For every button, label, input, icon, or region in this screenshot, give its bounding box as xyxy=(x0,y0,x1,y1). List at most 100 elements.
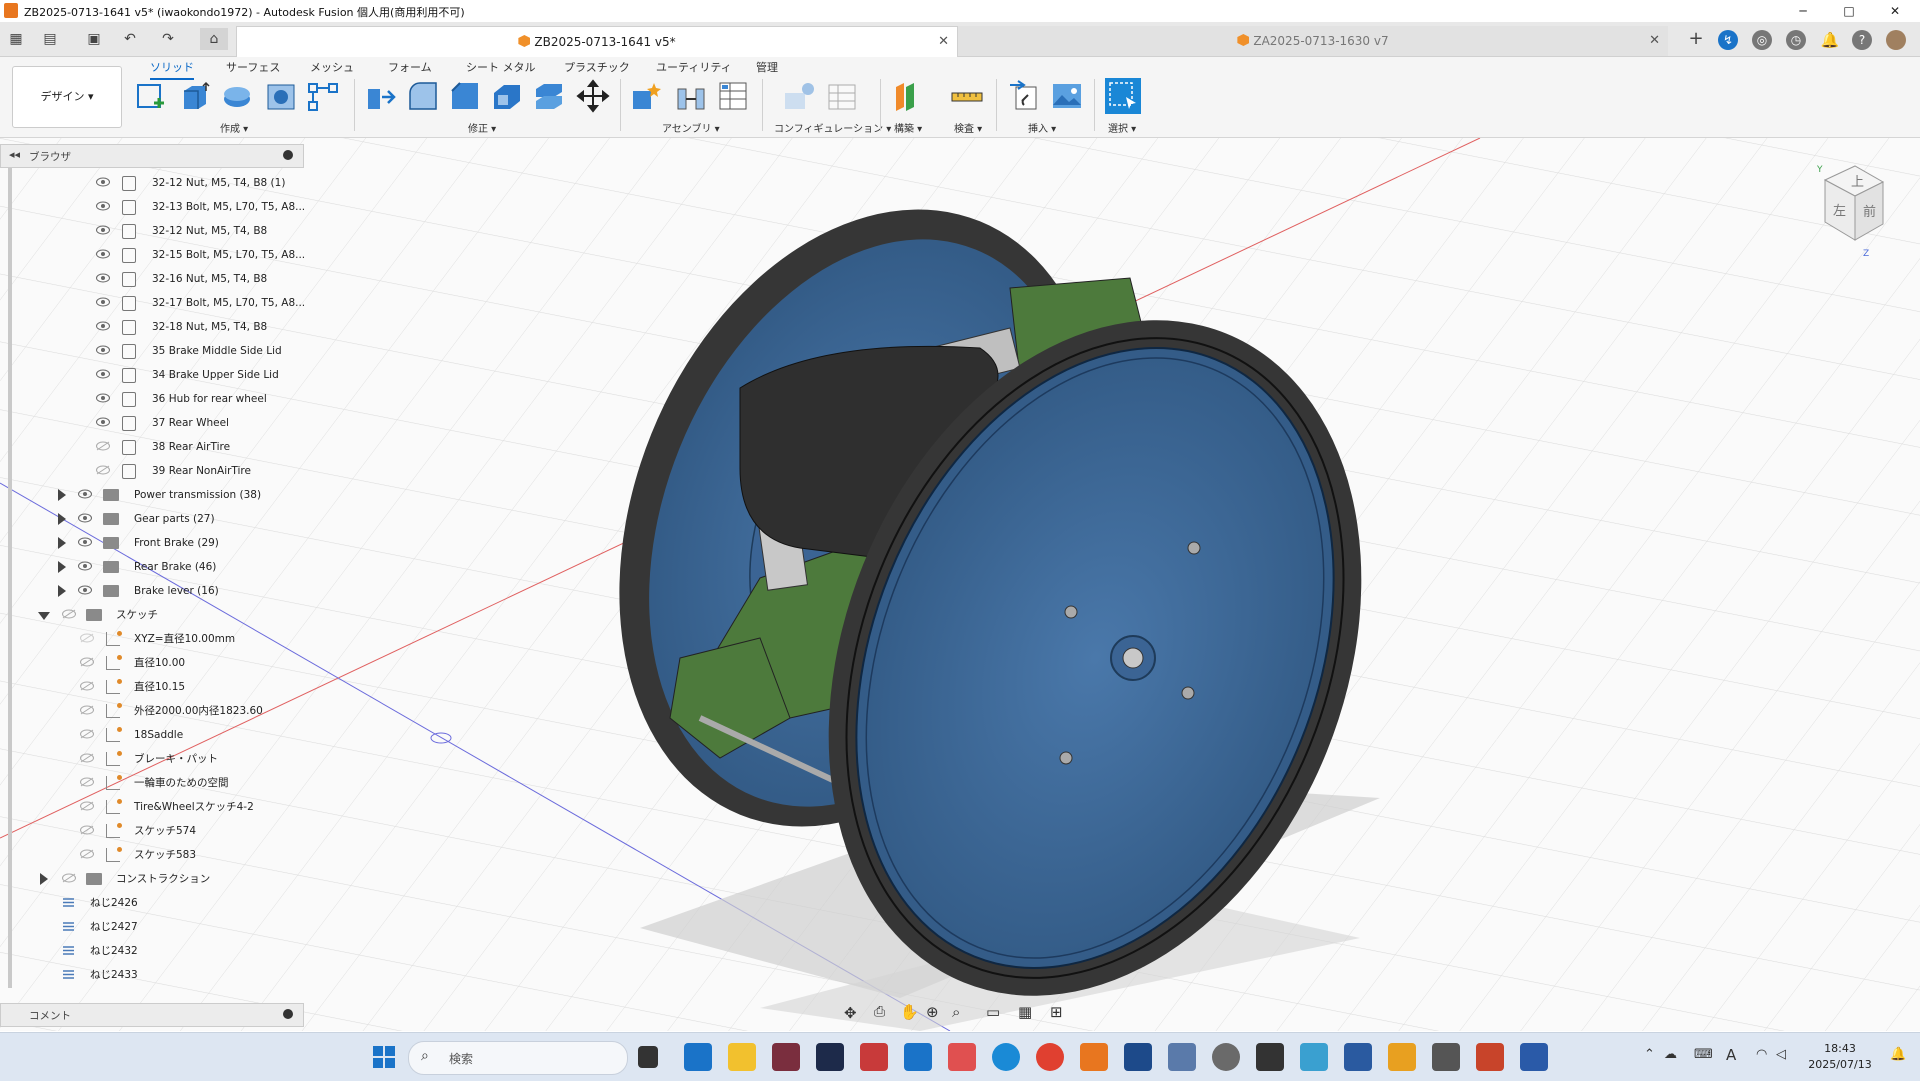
visibility-eye-hidden-icon[interactable] xyxy=(80,705,94,715)
file-menu-icon[interactable]: ▤ xyxy=(38,28,62,50)
app-icon-7[interactable] xyxy=(1256,1043,1284,1071)
tree-sketch[interactable]: スケッチ583 xyxy=(0,844,300,866)
expand-icon[interactable] xyxy=(40,873,48,885)
tree-thread[interactable]: ねじ2432 xyxy=(0,940,300,962)
tree-sketch[interactable]: 直径10.15 xyxy=(0,676,300,698)
clock[interactable]: 18:43 2025/07/13 xyxy=(1808,1041,1872,1073)
configuration-table-icon[interactable] xyxy=(826,79,860,113)
revolve-icon[interactable] xyxy=(220,79,254,113)
visibility-eye-icon[interactable] xyxy=(96,273,110,283)
visibility-eye-icon[interactable] xyxy=(78,561,92,571)
taskbar-search[interactable]: ⌕ 検索 xyxy=(408,1041,628,1075)
edge-browser-icon[interactable] xyxy=(992,1043,1020,1071)
measure-icon[interactable] xyxy=(950,79,984,113)
tree-thread[interactable]: ねじ2433 xyxy=(0,964,300,986)
expand-icon[interactable] xyxy=(58,513,66,525)
avatar[interactable] xyxy=(1886,30,1906,50)
app-grid-icon[interactable]: ▦ xyxy=(4,28,28,50)
tree-item[interactable]: 32-12 Nut, M5, T4, B8 xyxy=(0,220,300,242)
tab-document-inactive[interactable]: ZA2025-0713-1630 v7 ✕ xyxy=(958,26,1668,56)
expand-icon[interactable] xyxy=(58,489,66,501)
chrome-browser-icon[interactable] xyxy=(1036,1043,1064,1071)
app-icon-5[interactable] xyxy=(1124,1043,1152,1071)
keyboard-icon[interactable]: ⌨ xyxy=(1694,1047,1713,1062)
extrude-icon[interactable] xyxy=(178,79,212,113)
tree-folder[interactable]: スケッチ xyxy=(0,604,300,626)
fit-icon[interactable]: ⌕ xyxy=(952,1003,960,1021)
visibility-eye-hidden-icon[interactable] xyxy=(62,609,76,619)
visibility-eye-hidden-icon[interactable] xyxy=(80,849,94,859)
tab-manage[interactable]: 管理 xyxy=(756,59,778,75)
insert-menu[interactable]: 挿入 ▾ xyxy=(1028,120,1056,135)
tab-utility[interactable]: ユーティリティ xyxy=(656,59,732,75)
app-icon-2[interactable] xyxy=(816,1043,844,1071)
notifications-icon[interactable]: 🔔 xyxy=(1820,30,1840,50)
tree-sketch[interactable]: 直径10.00 xyxy=(0,652,300,674)
wifi-icon[interactable]: ◠ xyxy=(1756,1047,1767,1062)
tree-folder[interactable]: Power transmission (38) xyxy=(0,484,300,506)
visibility-eye-icon[interactable] xyxy=(96,345,110,355)
app-icon-3[interactable] xyxy=(860,1043,888,1071)
assemble-menu[interactable]: アセンブリ ▾ xyxy=(662,120,720,135)
online-status-icon[interactable]: ◎ xyxy=(1752,30,1772,50)
tree-item[interactable]: 32-12 Nut, M5, T4, B8 (1) xyxy=(0,172,300,194)
collapse-panel-icon[interactable]: ◂◂ xyxy=(9,148,20,161)
visibility-eye-icon[interactable] xyxy=(96,417,110,427)
app-icon-1[interactable] xyxy=(772,1043,800,1071)
visibility-eye-icon[interactable] xyxy=(96,225,110,235)
shell-icon[interactable] xyxy=(490,79,524,113)
visibility-eye-icon[interactable] xyxy=(78,513,92,523)
move-icon[interactable] xyxy=(576,79,610,113)
tree-folder[interactable]: Brake lever (16) xyxy=(0,580,300,602)
visibility-eye-hidden-icon[interactable] xyxy=(80,729,94,739)
widgets-icon[interactable] xyxy=(684,1043,712,1071)
undo-icon[interactable]: ↶ xyxy=(118,28,142,50)
joint-icon[interactable] xyxy=(674,79,708,113)
close-tab-icon[interactable]: ✕ xyxy=(938,27,949,57)
fillet-icon[interactable] xyxy=(406,79,440,113)
visibility-eye-icon[interactable] xyxy=(78,585,92,595)
expand-icon[interactable] xyxy=(58,537,66,549)
expand-icon[interactable] xyxy=(58,561,66,573)
visibility-eye-icon[interactable] xyxy=(96,297,110,307)
pattern-icon[interactable] xyxy=(306,79,340,113)
visibility-eye-icon[interactable] xyxy=(96,201,110,211)
bill-of-materials-icon[interactable] xyxy=(716,79,750,113)
tree-item[interactable]: 34 Brake Upper Side Lid xyxy=(0,364,300,386)
tree-folder[interactable]: コンストラクション xyxy=(0,868,300,890)
calculator-icon[interactable] xyxy=(1432,1043,1460,1071)
close-tab-icon[interactable]: ✕ xyxy=(1649,26,1660,56)
visibility-eye-icon[interactable] xyxy=(78,489,92,499)
new-tab-icon[interactable]: + xyxy=(1684,28,1708,50)
look-at-icon[interactable]: ⎙ xyxy=(874,1004,885,1020)
visibility-eye-hidden-icon[interactable] xyxy=(80,801,94,811)
notepad-icon[interactable] xyxy=(1344,1043,1372,1071)
tab-document-active[interactable]: ZB2025-0713-1641 v5* ✕ xyxy=(236,26,958,57)
visibility-eye-icon[interactable] xyxy=(96,321,110,331)
save-icon[interactable]: ▣ xyxy=(82,28,106,50)
tree-item[interactable]: 35 Brake Middle Side Lid xyxy=(0,340,300,362)
chamfer-icon[interactable] xyxy=(448,79,482,113)
settings-icon[interactable] xyxy=(1212,1043,1240,1071)
tab-form[interactable]: フォーム xyxy=(388,59,432,75)
display-settings-icon[interactable]: ▭ xyxy=(986,1003,1000,1021)
tree-thread[interactable]: ねじ2426 xyxy=(0,892,300,914)
visibility-eye-hidden-icon[interactable] xyxy=(80,633,94,643)
insert-canvas-icon[interactable] xyxy=(1050,79,1084,113)
configure-icon[interactable] xyxy=(782,79,816,113)
redo-icon[interactable]: ↷ xyxy=(156,28,180,50)
tab-solid[interactable]: ソリッド xyxy=(150,59,194,80)
extensions-icon[interactable]: ↯ xyxy=(1718,30,1738,50)
construct-menu[interactable]: 構築 ▾ xyxy=(894,120,922,135)
ime-indicator[interactable]: A xyxy=(1726,1046,1736,1064)
mail-icon[interactable] xyxy=(904,1043,932,1071)
tab-sheet-metal[interactable]: シート メタル xyxy=(466,59,536,75)
split-body-icon[interactable] xyxy=(532,79,566,113)
word-icon[interactable] xyxy=(1520,1043,1548,1071)
app-icon-8[interactable] xyxy=(1300,1043,1328,1071)
job-status-icon[interactable]: ◷ xyxy=(1786,30,1806,50)
tree-item[interactable]: 32-13 Bolt, M5, L70, T5, A8... xyxy=(0,196,305,218)
select-icon[interactable] xyxy=(1104,77,1142,115)
close-button[interactable]: ✕ xyxy=(1872,2,1918,20)
press-pull-icon[interactable] xyxy=(364,79,398,113)
